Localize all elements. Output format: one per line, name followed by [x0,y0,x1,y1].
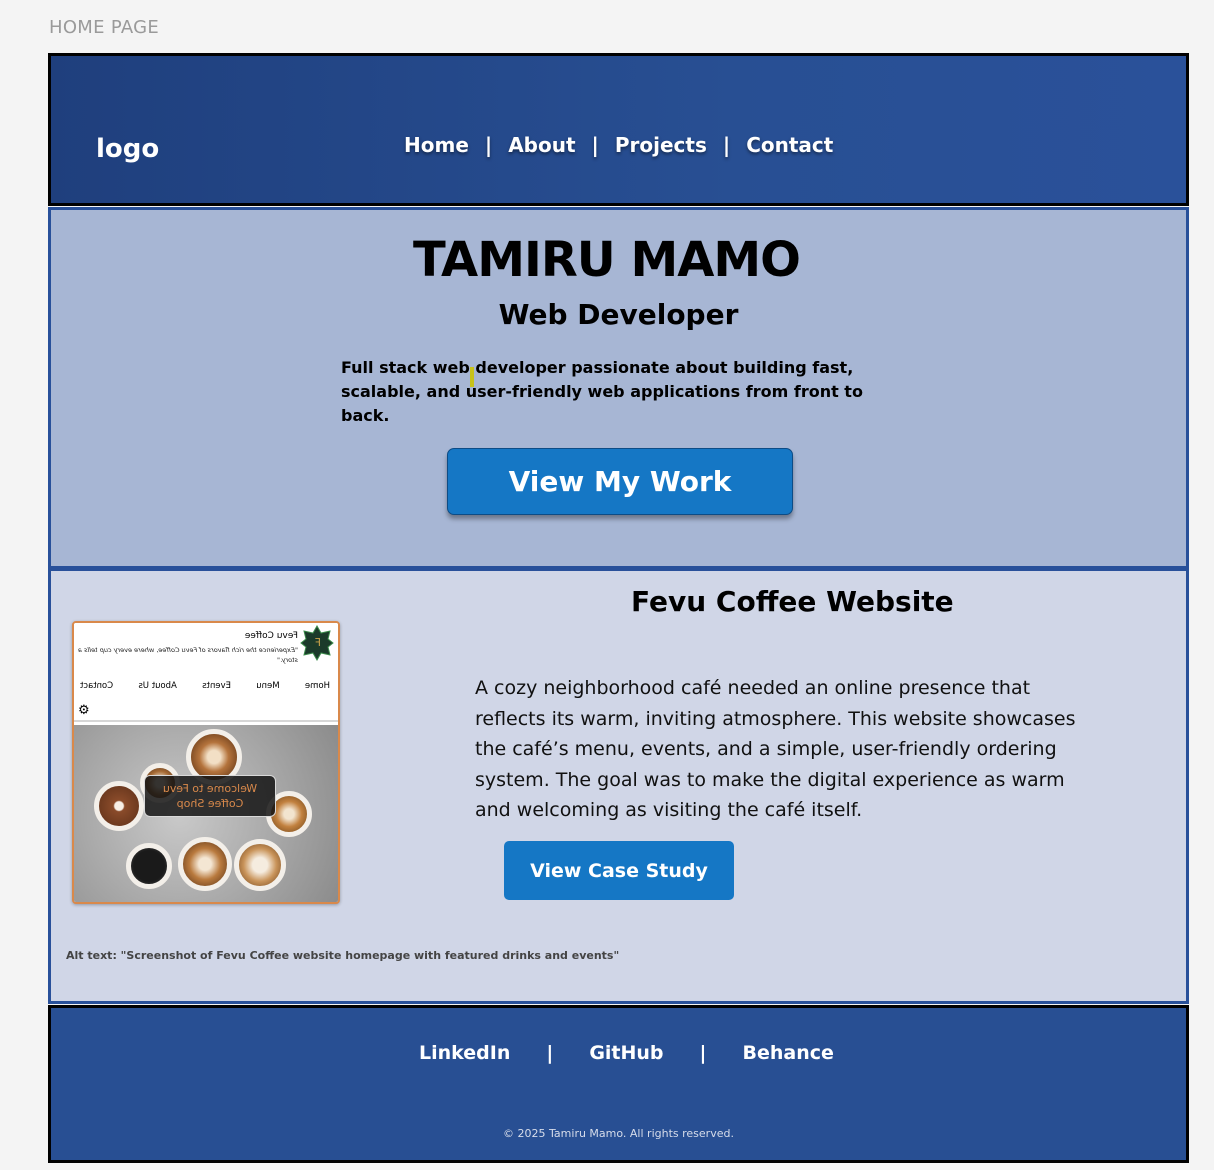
hero-name: TAMIRU MAMO [413,232,801,288]
thumbnail-nav-item: About Us [138,681,177,691]
copyright: © 2025 Tamiru Mamo. All rights reserved. [503,1127,734,1140]
brand-badge-icon: F [300,625,334,661]
thumbnail-alt-text: Alt text: "Screenshot of Fevu Coffee web… [66,949,620,962]
thumbnail-header: F Fevu Coffee "Experience the rich flavo… [74,623,338,723]
badge-letter: F [315,636,321,649]
github-link[interactable]: GitHub [589,1042,663,1064]
thumbnail-divider [74,720,338,722]
view-my-work-button[interactable]: View My Work [447,448,793,515]
nav-separator: | [591,133,599,157]
coffee-cup [94,781,144,831]
view-case-study-button[interactable]: View Case Study [504,841,734,900]
thumbnail-welcome-banner: Welcome to Fevu Coffee Shop [144,775,276,817]
footer-separator: | [699,1042,707,1064]
thumbnail-tagline: "Experience the rich flavors of Fevu Cof… [78,646,298,664]
logo[interactable]: logo [96,134,159,164]
hero-description: Full stack web developer passionate abou… [341,358,863,425]
linkedin-link[interactable]: LinkedIn [419,1042,510,1064]
coffee-cup [234,839,286,891]
thumbnail-nav-item: Contact [80,681,114,691]
page-label: HOME PAGE [49,17,160,38]
hero-role: Web Developer [498,298,739,331]
coffee-cups-photo: Welcome to Fevu Coffee Shop [74,725,338,902]
thumbnail-nav-item: Home [304,681,330,691]
thumbnail-nav: Home Menu Events About Us Contact [80,681,330,691]
nav-projects[interactable]: Projects [615,133,707,157]
nav-separator: | [722,133,731,157]
project-title: Fevu Coffee Website [631,585,954,618]
project-description: A cozy neighborhood café needed an onlin… [475,677,1076,821]
coffee-cup [126,843,172,889]
project-section: F Fevu Coffee "Experience the rich flavo… [48,568,1189,1004]
behance-link[interactable]: Behance [742,1042,833,1064]
thumbnail-nav-item: Events [202,681,231,691]
coffee-cup [178,837,232,891]
hero-section: TAMIRU MAMO Web Developer Full stack web… [48,207,1189,569]
nav-home[interactable]: Home [404,133,469,157]
nav-separator: | [484,133,493,157]
main-nav: Home | About | Projects | Contact [404,133,833,157]
gear-icon: ⚙ [78,703,90,718]
thumbnail-brand: Fevu Coffee [244,631,298,641]
text-cursor-marker [470,367,474,387]
nav-contact[interactable]: Contact [746,133,833,157]
footer-separator: | [546,1042,554,1064]
welcome-line: Welcome to Fevu [162,782,258,795]
thumbnail-mirrored-header: F Fevu Coffee "Experience the rich flavo… [74,623,338,723]
project-thumbnail[interactable]: F Fevu Coffee "Experience the rich flavo… [72,621,340,904]
site-footer: LinkedIn | GitHub | Behance © 2025 Tamir… [48,1005,1189,1163]
nav-about[interactable]: About [508,133,575,157]
thumbnail-nav-item: Menu [256,681,280,691]
social-links: LinkedIn | GitHub | Behance [419,1042,834,1064]
welcome-line: Coffee Shop [176,797,244,810]
site-header: logo Home | About | Projects | Contact [48,53,1189,206]
